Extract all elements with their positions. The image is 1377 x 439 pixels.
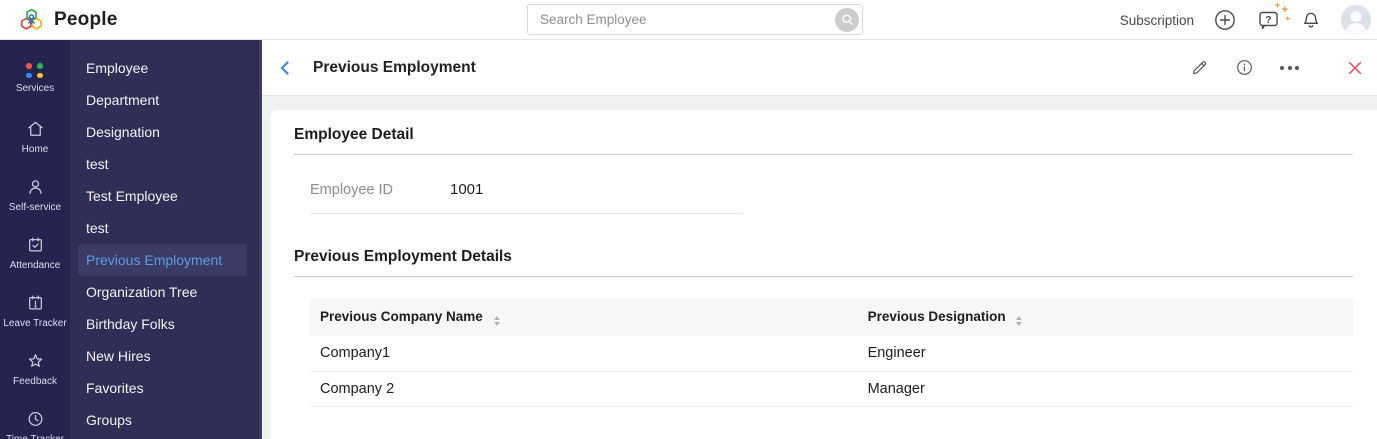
page-title: Previous Employment: [313, 58, 476, 76]
services-dots-icon: [26, 63, 44, 78]
table-header-row: Previous Company Name Previous Designati…: [310, 299, 1353, 336]
person-icon: [25, 177, 46, 197]
column-header-previous-company-name[interactable]: Previous Company Name: [310, 299, 858, 336]
rail-item-leave-tracker[interactable]: Leave Tracker: [0, 282, 70, 340]
back-button[interactable]: [274, 56, 295, 80]
brand: People: [18, 7, 118, 32]
rail-item-time-tracker[interactable]: Time Tracker: [0, 398, 70, 439]
app-title: People: [54, 8, 118, 30]
avatar[interactable]: [1341, 5, 1371, 35]
rail-item-self-service[interactable]: Self-service: [0, 166, 70, 224]
sort-icon[interactable]: [493, 316, 500, 326]
content-header: Previous Employment: [262, 40, 1377, 96]
section-heading-previous-employment: Previous Employment Details: [294, 248, 1353, 277]
cell-designation: Engineer: [857, 336, 1353, 372]
table-row[interactable]: Company 2 Manager: [310, 371, 1353, 407]
add-icon[interactable]: [1213, 8, 1237, 32]
module-rail: Services Home Self-service Attendance Le…: [0, 40, 70, 439]
sparkle-icon: +: [1274, 0, 1280, 10]
detail-card: Employee Detail Employee ID 1001 Previou…: [270, 110, 1377, 439]
search-employee: [527, 4, 863, 35]
close-icon[interactable]: [1347, 60, 1363, 76]
search-button[interactable]: [835, 7, 859, 32]
cell-company: Company1: [310, 336, 858, 372]
sidebar-item-groups[interactable]: Groups: [70, 404, 259, 436]
subscription-link[interactable]: Subscription: [1120, 13, 1194, 28]
people-logo-icon: [18, 7, 45, 32]
rail-item-attendance[interactable]: Attendance: [0, 224, 70, 282]
topbar: People Subscription ?: [0, 0, 1377, 40]
field-row-employee-id: Employee ID 1001: [310, 181, 742, 214]
sort-icon[interactable]: [1016, 316, 1023, 326]
calendar-alert-icon: [25, 293, 46, 313]
calendar-check-icon: [25, 235, 46, 255]
clock-icon: [25, 409, 46, 429]
svg-text:?: ?: [1265, 14, 1271, 26]
cell-designation: Manager: [857, 371, 1353, 407]
sidebar-item-organization-tree[interactable]: Organization Tree: [70, 276, 259, 308]
content-body: Employee Detail Employee ID 1001 Previou…: [262, 96, 1377, 439]
home-icon: [25, 119, 46, 139]
topbar-right: Subscription ? + + +: [1120, 0, 1371, 40]
sidebar-item-designation[interactable]: Designation: [70, 116, 259, 148]
sidebar-item-favorites[interactable]: Favorites: [70, 372, 259, 404]
main-content: Previous Employment Employee Detail Empl…: [262, 40, 1377, 439]
sparkle-icon: +: [1285, 14, 1290, 23]
field-label: Employee ID: [310, 181, 394, 198]
search-icon: [840, 12, 855, 27]
info-icon[interactable]: [1235, 58, 1254, 77]
search-input[interactable]: [527, 4, 863, 35]
section-heading-employee-detail: Employee Detail: [294, 126, 1353, 155]
cell-company: Company 2: [310, 371, 858, 407]
column-header-previous-designation[interactable]: Previous Designation: [858, 299, 1353, 336]
star-icon: [25, 351, 46, 371]
sidebar-item-test[interactable]: test: [70, 148, 259, 180]
help-icon[interactable]: ? + + +: [1256, 1, 1290, 32]
sidebar-item-employee[interactable]: Employee: [70, 52, 259, 84]
sidebar-item-previous-employment[interactable]: Previous Employment: [78, 244, 247, 276]
rail-item-services[interactable]: Services: [0, 50, 70, 108]
header-actions: [1190, 58, 1363, 77]
views-sidebar: Employee Department Designation test Tes…: [70, 40, 262, 439]
sidebar-item-birthday-folks[interactable]: Birthday Folks: [70, 308, 259, 340]
table-row[interactable]: Company1 Engineer: [310, 336, 1353, 372]
edit-icon[interactable]: [1190, 58, 1209, 77]
rail-item-home[interactable]: Home: [0, 108, 70, 166]
notifications-icon[interactable]: [1300, 9, 1322, 32]
field-value: 1001: [450, 181, 484, 198]
sidebar-item-department[interactable]: Department: [70, 84, 259, 116]
previous-employment-table: Previous Company Name Previous Designati…: [310, 299, 1353, 407]
more-options-icon[interactable]: [1280, 65, 1299, 70]
rail-item-feedback[interactable]: Feedback: [0, 340, 70, 398]
sidebar-item-new-hires[interactable]: New Hires: [70, 340, 259, 372]
sidebar-item-test-2[interactable]: test: [70, 212, 259, 244]
sidebar-item-test-employee[interactable]: Test Employee: [70, 180, 259, 212]
